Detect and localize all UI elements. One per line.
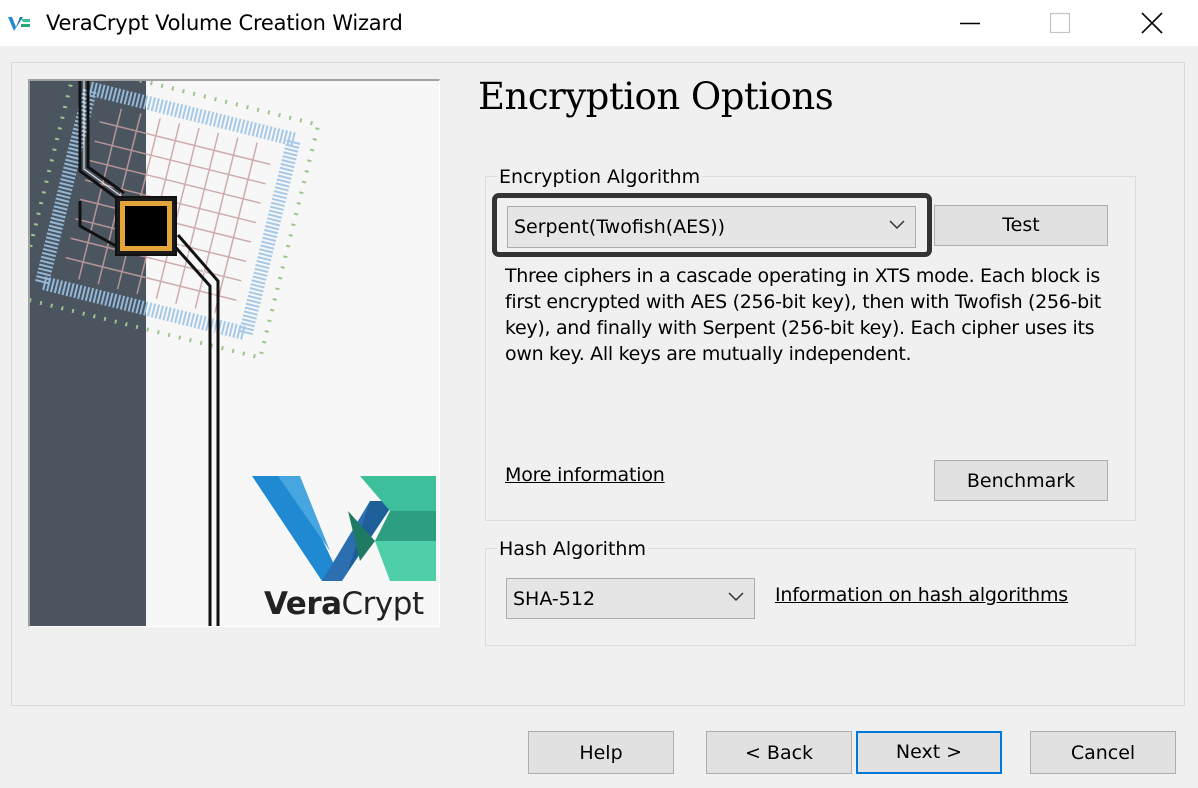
test-button[interactable]: Test bbox=[934, 205, 1108, 246]
veracrypt-logo-icon bbox=[8, 17, 30, 31]
minimize-button[interactable] bbox=[924, 0, 1016, 46]
cancel-button[interactable]: Cancel bbox=[1030, 731, 1176, 774]
hash-algorithm-select[interactable]: SHA-512 bbox=[506, 578, 755, 619]
maximize-button[interactable] bbox=[1014, 0, 1106, 46]
benchmark-button[interactable]: Benchmark bbox=[934, 460, 1108, 501]
more-information-link[interactable]: More information bbox=[505, 464, 665, 486]
hash-algorithm-label: Hash Algorithm bbox=[497, 537, 648, 561]
hash-information-link[interactable]: Information on hash algorithms bbox=[775, 584, 1068, 606]
close-icon bbox=[1141, 12, 1163, 34]
chevron-down-icon bbox=[889, 220, 905, 230]
close-button[interactable] bbox=[1106, 0, 1198, 46]
chevron-down-icon bbox=[728, 592, 744, 602]
hash-algorithm-value: SHA-512 bbox=[513, 588, 596, 610]
next-button[interactable]: Next > bbox=[856, 731, 1002, 774]
wordmark-light: Crypt bbox=[341, 586, 425, 622]
title-bar: VeraCrypt Volume Creation Wizard bbox=[0, 0, 1198, 46]
encryption-algorithm-select[interactable]: Serpent(Twofish(AES)) bbox=[507, 206, 916, 248]
window-title: VeraCrypt Volume Creation Wizard bbox=[46, 11, 403, 35]
help-button[interactable]: Help bbox=[528, 731, 674, 774]
page-title: Encryption Options bbox=[478, 75, 834, 118]
encryption-algorithm-description: Three ciphers in a cascade operating in … bbox=[505, 265, 1101, 365]
back-button[interactable]: < Back bbox=[706, 731, 852, 774]
wizard-side-image: VeraCrypt bbox=[28, 79, 440, 627]
veracrypt-wordmark: VeraCrypt bbox=[264, 586, 424, 622]
maximize-icon bbox=[1049, 12, 1071, 34]
wordmark-bold: Vera bbox=[264, 586, 342, 622]
circuit-illustration bbox=[30, 81, 439, 626]
encryption-algorithm-value: Serpent(Twofish(AES)) bbox=[514, 216, 726, 238]
encryption-algorithm-label: Encryption Algorithm bbox=[497, 165, 703, 189]
minimize-icon bbox=[960, 22, 980, 25]
